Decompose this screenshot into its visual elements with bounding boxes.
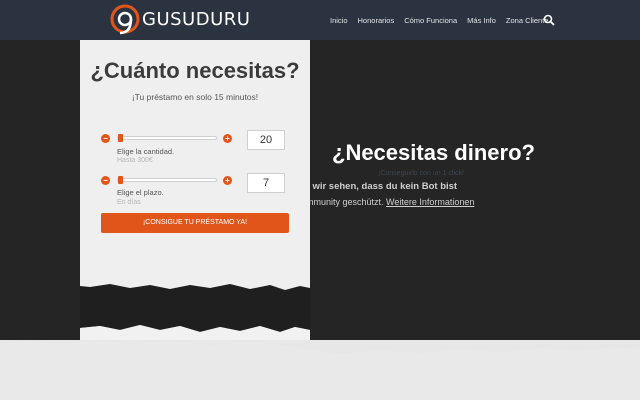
site-header: GUSUDURU Inicio Honorarios Cómo Funciona… bbox=[0, 0, 640, 40]
hero-subtitle: ¡Conseguirlo con un 1 click! bbox=[378, 170, 464, 177]
brand-name[interactable]: GUSUDURU bbox=[142, 9, 250, 30]
amount-hint: Hasta 300€ bbox=[117, 157, 153, 164]
amount-increase-button[interactable]: + bbox=[223, 134, 232, 143]
term-increase-button[interactable]: + bbox=[223, 176, 232, 185]
card-subtitle: ¡Tu préstamo en solo 15 minutos! bbox=[131, 92, 259, 102]
captcha-notice: it wir sehen, dass du kein Bot bist bbox=[304, 181, 458, 192]
term-input[interactable]: 7 bbox=[247, 173, 285, 193]
amount-input[interactable]: 20 bbox=[247, 130, 285, 150]
bottom-paper-band bbox=[0, 340, 640, 400]
loan-calculator-card: ¿Cuánto necesitas? ¡Tu préstamo en solo … bbox=[80, 40, 310, 380]
more-info-link[interactable]: Weitere Informationen bbox=[386, 197, 474, 207]
nav-mas-info[interactable]: Más Info bbox=[467, 16, 496, 25]
term-hint: En días bbox=[117, 199, 141, 206]
logo-icon[interactable] bbox=[108, 3, 142, 37]
amount-slider-track[interactable] bbox=[117, 136, 217, 140]
hero-title: ¿Necesitas dinero? bbox=[332, 140, 535, 165]
search-icon[interactable] bbox=[543, 14, 555, 26]
term-slider-thumb[interactable] bbox=[118, 176, 123, 184]
card-title: ¿Cuánto necesitas? bbox=[90, 58, 300, 83]
captcha-privacy-text: mmunity geschützt. bbox=[306, 197, 384, 207]
captcha-privacy-line: mmunity geschützt. Weitere Informationen bbox=[306, 197, 474, 207]
nav-inicio[interactable]: Inicio bbox=[330, 16, 348, 25]
nav-honorarios[interactable]: Honorarios bbox=[358, 16, 395, 25]
term-label: Elige el plazo. bbox=[117, 188, 164, 197]
term-decrease-button[interactable]: − bbox=[101, 176, 110, 185]
get-loan-button[interactable]: ¡CONSIGUE TU PRÉSTAMO YA! bbox=[101, 213, 289, 233]
amount-slider-thumb[interactable] bbox=[118, 134, 123, 142]
main-nav: Inicio Honorarios Cómo Funciona Más Info… bbox=[330, 16, 558, 25]
amount-decrease-button[interactable]: − bbox=[101, 134, 110, 143]
term-slider-track[interactable] bbox=[117, 178, 217, 182]
nav-como-funciona[interactable]: Cómo Funciona bbox=[404, 16, 457, 25]
amount-label: Elige la cantidad. bbox=[117, 147, 175, 156]
